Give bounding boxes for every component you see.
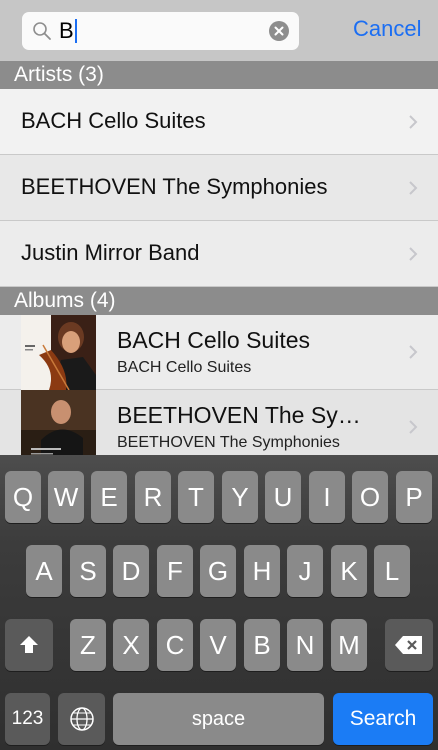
key-b[interactable]: B (244, 619, 280, 671)
artist-row[interactable]: BACH Cello Suites (0, 89, 438, 155)
album-title: BACH Cello Suites (117, 327, 311, 353)
chevron-right-icon (409, 420, 418, 434)
key-t[interactable]: T (178, 471, 214, 523)
shift-key[interactable] (5, 619, 53, 671)
cancel-button[interactable]: Cancel (353, 16, 421, 42)
album-artwork (21, 315, 96, 390)
magnifier-icon (33, 22, 51, 40)
key-v[interactable]: V (200, 619, 236, 671)
key-m[interactable]: M (331, 619, 367, 671)
clear-icon[interactable] (269, 21, 289, 41)
key-k[interactable]: K (331, 545, 367, 597)
key-u[interactable]: U (265, 471, 301, 523)
album-artwork (21, 390, 96, 465)
artist-name: Justin Mirror Band (21, 240, 200, 265)
album-artist: BEETHOVEN The Symphonies (117, 434, 340, 451)
key-e[interactable]: E (91, 471, 127, 523)
artist-row[interactable]: Justin Mirror Band (0, 221, 438, 287)
key-p[interactable]: P (396, 471, 432, 523)
key-j[interactable]: J (287, 545, 323, 597)
delete-key[interactable] (385, 619, 433, 671)
search-bar: B Cancel (0, 0, 438, 61)
key-l[interactable]: L (374, 545, 410, 597)
delete-icon (395, 636, 422, 654)
shift-icon (20, 636, 38, 653)
chevron-right-icon (409, 247, 418, 261)
artist-row[interactable]: BEETHOVEN The Symphonies (0, 155, 438, 221)
numbers-key[interactable]: 123 (5, 693, 50, 745)
key-f[interactable]: F (157, 545, 193, 597)
search-query: B (59, 18, 77, 44)
chevron-right-icon (409, 345, 418, 359)
key-a[interactable]: A (26, 545, 62, 597)
key-c[interactable]: C (157, 619, 193, 671)
key-n[interactable]: N (287, 619, 323, 671)
text-caret (74, 18, 77, 43)
globe-key[interactable] (58, 693, 105, 745)
chevron-right-icon (409, 115, 418, 129)
artist-name: BEETHOVEN The Symphonies (21, 174, 328, 199)
key-x[interactable]: X (113, 619, 149, 671)
key-s[interactable]: S (70, 545, 106, 597)
album-artist: BACH Cello Suites (117, 359, 252, 376)
space-key[interactable]: space (113, 693, 324, 745)
search-key[interactable]: Search (333, 693, 433, 745)
artist-name: BACH Cello Suites (21, 108, 206, 133)
key-o[interactable]: O (352, 471, 388, 523)
album-row[interactable]: BEETHOVEN The Sy… BEETHOVEN The Symphoni… (0, 390, 438, 465)
key-y[interactable]: Y (222, 471, 258, 523)
key-z[interactable]: Z (70, 619, 106, 671)
album-title: BEETHOVEN The Sy… (117, 402, 361, 428)
album-row[interactable]: BACH Cello Suites BACH Cello Suites (0, 315, 438, 390)
search-input[interactable]: B (22, 12, 299, 50)
key-w[interactable]: W (48, 471, 84, 523)
key-q[interactable]: Q (5, 471, 41, 523)
key-h[interactable]: H (244, 545, 280, 597)
key-g[interactable]: G (200, 545, 236, 597)
keyboard: Q W E R T Y U I O P A S D F G H J K L Z … (0, 455, 438, 750)
section-header-albums: Albums (4) (0, 287, 438, 315)
chevron-right-icon (409, 181, 418, 195)
globe-icon (69, 707, 94, 731)
key-d[interactable]: D (113, 545, 149, 597)
section-header-artists: Artists (3) (0, 61, 438, 89)
key-r[interactable]: R (135, 471, 171, 523)
key-i[interactable]: I (309, 471, 345, 523)
